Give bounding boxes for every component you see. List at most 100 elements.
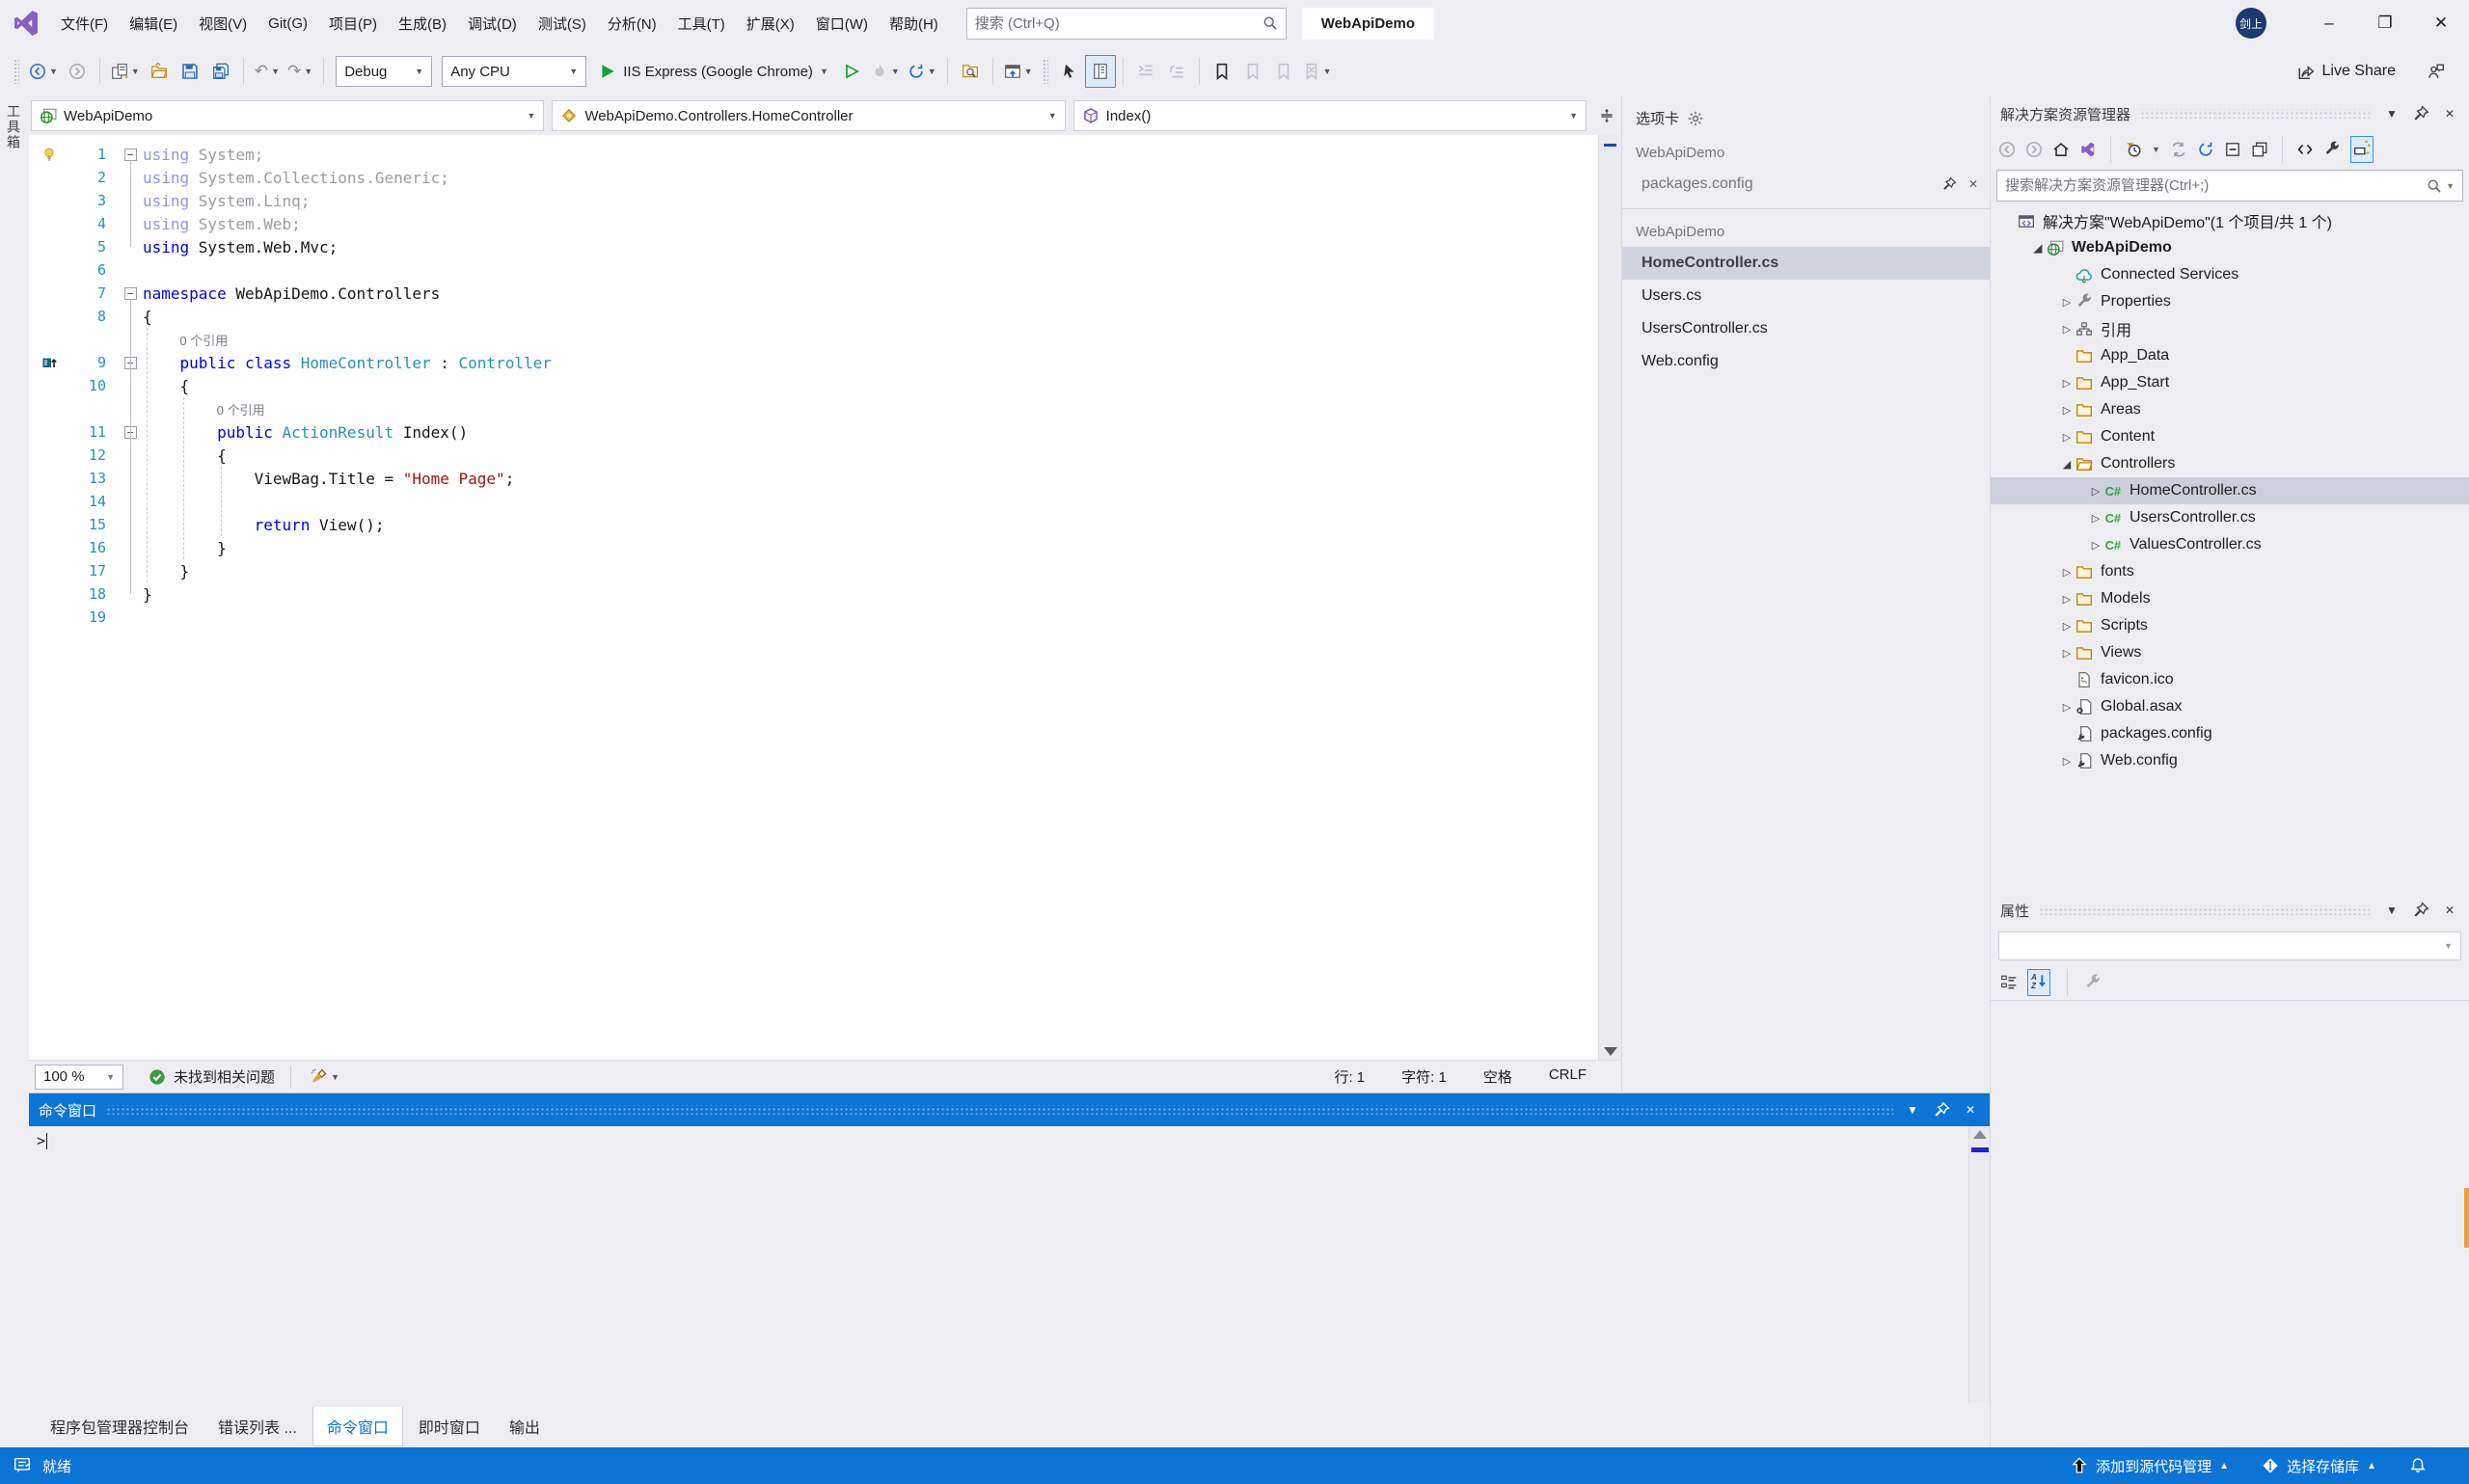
- quick-search-input[interactable]: [975, 15, 1262, 32]
- scrollbar-thumb[interactable]: [1971, 1147, 1989, 1152]
- expander-open-icon[interactable]: ◢: [2058, 458, 2076, 471]
- pending-changes-filter-icon[interactable]: [2125, 141, 2142, 158]
- feedback-button[interactable]: [2421, 55, 2452, 88]
- tree-item-ValuesController.cs[interactable]: ▷C#ValuesController.cs: [1991, 531, 2469, 558]
- project-dropdown[interactable]: WebApiDemo▼: [31, 100, 544, 131]
- home-icon[interactable]: [2052, 141, 2070, 158]
- tree-item-App_Data[interactable]: App_Data: [1991, 342, 2469, 369]
- hot-reload-button[interactable]: ▼: [867, 55, 904, 88]
- expander-closed-icon[interactable]: ▷: [2058, 647, 2076, 660]
- expander-closed-icon[interactable]: ▷: [2058, 755, 2076, 768]
- code-line-11[interactable]: 11− public ActionResult Index(): [29, 420, 1598, 444]
- tree-item-HomeController.cs[interactable]: ▷C#HomeController.cs: [1991, 477, 2469, 504]
- member-dropdown[interactable]: Index()▼: [1073, 100, 1587, 131]
- close-icon[interactable]: ✕: [2440, 107, 2459, 121]
- add-to-source-control-button[interactable]: 添加到源代码管理▲: [2061, 1447, 2238, 1484]
- alphabetical-sort-toggle[interactable]: AZ: [2027, 969, 2050, 996]
- codelens-references[interactable]: 0 个引用: [29, 397, 1598, 420]
- close-icon[interactable]: ✕: [2440, 904, 2459, 917]
- window-position-dropdown-icon[interactable]: ▼: [2382, 107, 2401, 121]
- prev-bookmark-button[interactable]: [1237, 55, 1268, 88]
- code-line-8[interactable]: 8{: [29, 305, 1598, 328]
- window-position-dropdown-icon[interactable]: ▼: [1903, 1103, 1922, 1117]
- code-line-13[interactable]: 13 ViewBag.Title = "Home Page";: [29, 467, 1598, 490]
- properties-icon[interactable]: [2323, 141, 2341, 158]
- collapse-all-icon[interactable]: [2224, 141, 2241, 158]
- tab-settings-gear-icon[interactable]: [1687, 110, 1704, 127]
- refresh-icon[interactable]: [2197, 141, 2214, 158]
- bottom-tab-输出[interactable]: 输出: [496, 1407, 554, 1445]
- tree-item-Properties[interactable]: ▷Properties: [1991, 288, 2469, 315]
- command-window-scrollbar[interactable]: [1968, 1126, 1990, 1403]
- command-window-input-area[interactable]: >: [29, 1126, 1990, 1403]
- properties-object-dropdown[interactable]: ▼: [1998, 931, 2461, 960]
- menu-文件[interactable]: 文件(F): [50, 8, 119, 40]
- next-bookmark-button[interactable]: [1268, 55, 1299, 88]
- document-tab-Web.config[interactable]: Web.config: [1622, 345, 1990, 378]
- categorized-view-icon[interactable]: [2000, 974, 2018, 991]
- tree-item-WebApiDemo[interactable]: ◢WebApiDemo: [1991, 234, 2469, 261]
- document-tab-HomeController.cs[interactable]: HomeController.cs: [1622, 247, 1990, 280]
- indent-button[interactable]: [1130, 55, 1161, 88]
- find-in-files-button[interactable]: [955, 55, 986, 88]
- menu-编辑[interactable]: 编辑(E): [119, 8, 188, 40]
- expander-closed-icon[interactable]: ▷: [2058, 431, 2076, 444]
- document-tab-packages.config[interactable]: packages.config✕: [1622, 168, 1990, 201]
- tree-item-Scripts[interactable]: ▷Scripts: [1991, 612, 2469, 639]
- menu-帮助[interactable]: 帮助(H): [879, 8, 949, 40]
- menu-调试[interactable]: 调试(D): [457, 8, 528, 40]
- menu-分析[interactable]: 分析(N): [597, 8, 667, 40]
- tree-item-引用[interactable]: ▷引用: [1991, 315, 2469, 342]
- tree-item-App_Start[interactable]: ▷App_Start: [1991, 369, 2469, 396]
- tree-item-Areas[interactable]: ▷Areas: [1991, 396, 2469, 423]
- document-health-indicator[interactable]: 未找到相关问题: [149, 1066, 275, 1087]
- sync-with-active-document-icon[interactable]: [2079, 141, 2097, 158]
- start-debugging-button[interactable]: IIS Express (Google Chrome)▼: [591, 55, 836, 88]
- live-share-button[interactable]: Live Share: [2297, 63, 2397, 80]
- code-line-3[interactable]: 3using System.Linq;: [29, 189, 1598, 212]
- restart-button[interactable]: ▼: [904, 55, 940, 88]
- zoom-level-dropdown[interactable]: 100 %▼: [35, 1065, 123, 1090]
- expander-closed-icon[interactable]: ▷: [2058, 404, 2076, 417]
- menu-生成[interactable]: 生成(B): [388, 8, 457, 40]
- show-all-files-toggle[interactable]: [2350, 136, 2374, 163]
- expander-closed-icon[interactable]: ▷: [2058, 566, 2076, 579]
- quick-actions-lightbulb-icon[interactable]: [41, 147, 57, 162]
- toolbox-tab[interactable]: 工具箱: [4, 104, 23, 150]
- expander-closed-icon[interactable]: ▷: [2087, 512, 2104, 525]
- tab-layout-toggle-button[interactable]: [1085, 55, 1116, 88]
- column-indicator[interactable]: 字符: 1: [1401, 1066, 1447, 1087]
- tree-item-Models[interactable]: ▷Models: [1991, 585, 2469, 612]
- code-line-6[interactable]: 6: [29, 258, 1598, 282]
- code-line-1[interactable]: 1−using System;: [29, 143, 1598, 166]
- tree-item-Connected-Services[interactable]: Connected Services: [1991, 261, 2469, 288]
- notifications-bell-icon[interactable]: [2400, 1447, 2436, 1484]
- background-tasks-icon[interactable]: [14, 1457, 31, 1474]
- code-line-2[interactable]: 2using System.Collections.Generic;: [29, 166, 1598, 189]
- command-window-titlebar[interactable]: 命令窗口 ▼ ✕: [29, 1093, 1990, 1126]
- code-line-5[interactable]: 5using System.Web.Mvc;: [29, 235, 1598, 258]
- expander-closed-icon[interactable]: ▷: [2087, 539, 2104, 552]
- solution-explorer-search-input[interactable]: [2005, 177, 2427, 194]
- select-repository-button[interactable]: 选择存储库▲: [2252, 1447, 2386, 1484]
- selection-mode-button[interactable]: [1054, 55, 1085, 88]
- line-indicator[interactable]: 行: 1: [1334, 1066, 1365, 1087]
- fold-collapse-box[interactable]: −: [124, 287, 137, 300]
- tree-item-packages.config[interactable]: packages.config: [1991, 720, 2469, 747]
- forward-button[interactable]: [2025, 141, 2043, 158]
- bottom-tab-错误列表 ...[interactable]: 错误列表 ...: [204, 1407, 311, 1445]
- pin-icon[interactable]: [2411, 105, 2430, 122]
- quick-search-box[interactable]: [966, 8, 1287, 40]
- expander-closed-icon[interactable]: ▷: [2087, 485, 2104, 498]
- expander-closed-icon[interactable]: ▷: [2058, 593, 2076, 606]
- code-line-4[interactable]: 4using System.Web;: [29, 212, 1598, 235]
- navigate-window-button[interactable]: ▼: [1000, 55, 1037, 88]
- property-pages-icon[interactable]: [2084, 974, 2102, 991]
- document-tab-UsersController.cs[interactable]: UsersController.cs: [1622, 312, 1990, 345]
- comment-button[interactable]: [1161, 55, 1192, 88]
- toggle-bookmark-button[interactable]: [1207, 55, 1237, 88]
- inheritance-glyph-icon[interactable]: [41, 355, 57, 370]
- menu-项目[interactable]: 项目(P): [318, 8, 388, 40]
- code-line-7[interactable]: 7−namespace WebApiDemo.Controllers: [29, 282, 1598, 305]
- tree-item-UsersController.cs[interactable]: ▷C#UsersController.cs: [1991, 504, 2469, 531]
